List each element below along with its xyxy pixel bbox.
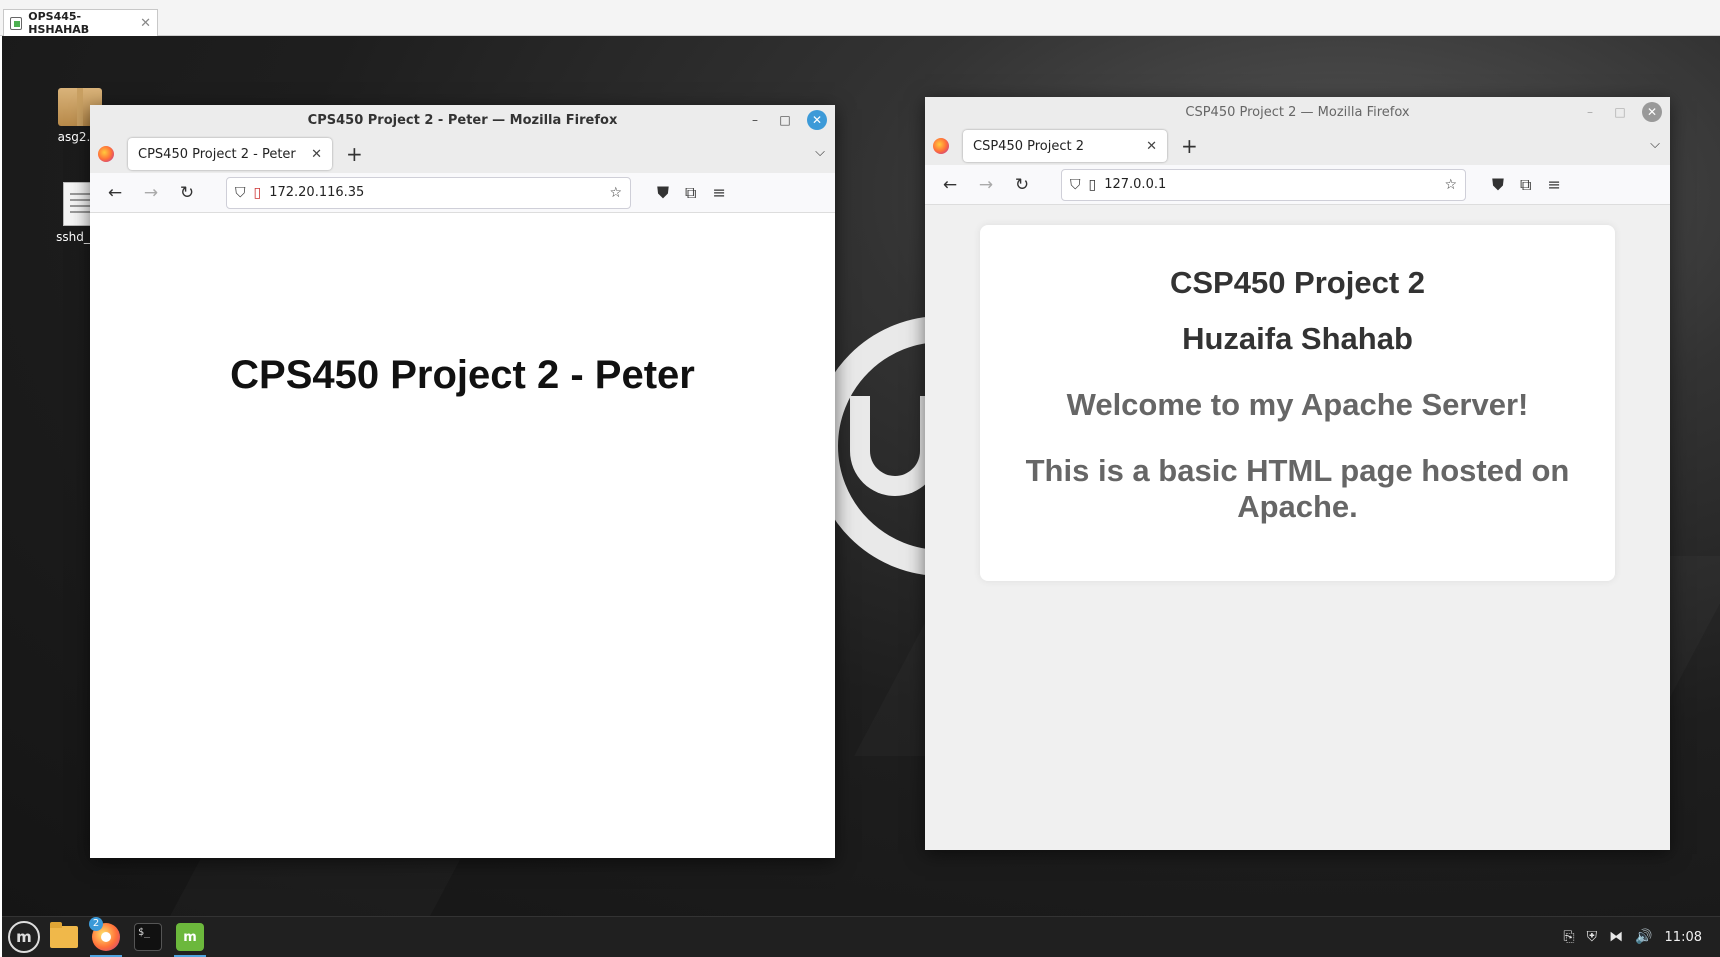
window-controls: – □ ✕ <box>747 110 827 130</box>
vm-tab-strip: OPS445-HSHAHAB ✕ <box>0 0 1720 36</box>
taskbar: m 2 $_ m ⎘ ⛨ ⧓ 🔊 11:08 <box>2 916 1720 957</box>
tracking-protection-icon[interactable]: ⛉ <box>235 185 246 201</box>
files-launcher[interactable] <box>46 919 82 955</box>
minimize-button[interactable]: – <box>747 112 763 128</box>
back-button[interactable]: ← <box>100 183 130 203</box>
url-text[interactable]: 127.0.0.1 <box>1104 177 1436 192</box>
firefox-icon <box>98 146 114 162</box>
minimize-button[interactable]: – <box>1582 104 1598 120</box>
app-menu-icon[interactable]: ≡ <box>1547 175 1560 195</box>
terminal-launcher[interactable]: $_ <box>130 919 166 955</box>
folder-icon <box>50 922 78 948</box>
url-text[interactable]: 172.20.116.35 <box>269 185 601 200</box>
close-icon[interactable]: ✕ <box>140 16 151 31</box>
vm-tab[interactable]: OPS445-HSHAHAB ✕ <box>3 9 158 36</box>
page-heading: CSP450 Project 2 <box>1169 265 1426 300</box>
tab-label: CPS450 Project 2 - Peter <box>138 146 296 162</box>
navigation-bar: ← → ↻ ⛉ ▯ 127.0.0.1 ☆ ⛊ ⧉ ≡ <box>925 165 1670 205</box>
toolbar-buttons: ⛊ ⧉ ≡ <box>1492 175 1561 195</box>
reload-button[interactable]: ↻ <box>1007 175 1037 195</box>
tab-bar: CPS450 Project 2 - Peter ✕ + ⌵ <box>90 135 835 173</box>
forward-button[interactable]: → <box>136 183 166 203</box>
app-menu-icon[interactable]: ≡ <box>712 183 725 203</box>
tab-label: CSP450 Project 2 <box>973 138 1084 154</box>
url-bar[interactable]: ⛉ ▯ 172.20.116.35 ☆ <box>226 176 631 209</box>
window-titlebar[interactable]: CSP450 Project 2 — Mozilla Firefox – □ ✕ <box>925 97 1670 127</box>
clipboard-icon[interactable]: ⎘ <box>1563 929 1574 945</box>
vm-icon <box>10 16 23 30</box>
pocket-icon[interactable]: ⛊ <box>657 183 669 203</box>
close-button[interactable]: ✕ <box>807 110 827 130</box>
network-icon[interactable]: ⧓ <box>1609 929 1623 945</box>
firefox-icon <box>933 138 949 154</box>
tab-close-icon[interactable]: ✕ <box>311 147 322 162</box>
mint-menu-icon[interactable]: m <box>8 921 40 953</box>
new-tab-button[interactable]: + <box>346 142 363 166</box>
window-title: CSP450 Project 2 — Mozilla Firefox <box>1185 104 1410 120</box>
volume-icon[interactable]: 🔊 <box>1635 929 1652 945</box>
bookmark-star-icon[interactable]: ☆ <box>1444 177 1457 193</box>
tab-close-icon[interactable]: ✕ <box>1146 139 1157 154</box>
window-count-badge: 2 <box>89 917 103 931</box>
pocket-icon[interactable]: ⛊ <box>1492 175 1504 195</box>
close-button[interactable]: ✕ <box>1642 102 1662 122</box>
window-titlebar[interactable]: CPS450 Project 2 - Peter — Mozilla Firef… <box>90 105 835 135</box>
list-all-tabs-button[interactable]: ⌵ <box>815 145 825 160</box>
navigation-bar: ← → ↻ ⛉ ▯ 172.20.116.35 ☆ ⛊ ⧉ ≡ <box>90 173 835 213</box>
back-button[interactable]: ← <box>935 175 965 195</box>
software-manager-icon: m <box>176 923 204 951</box>
page-content: CSP450 Project 2 Huzaifa Shahab Welcome … <box>925 205 1670 850</box>
browser-tab[interactable]: CPS450 Project 2 - Peter ✕ <box>128 138 332 170</box>
page-heading: CPS450 Project 2 - Peter <box>230 353 695 397</box>
body-text: This is a basic HTML page hosted on Apac… <box>1025 453 1570 524</box>
reload-button[interactable]: ↻ <box>172 183 202 203</box>
clock[interactable]: 11:08 <box>1665 930 1702 945</box>
list-all-tabs-button[interactable]: ⌵ <box>1650 137 1660 152</box>
firefox-launcher[interactable]: 2 <box>88 917 124 957</box>
welcome-text: Welcome to my Apache Server! <box>1066 387 1529 422</box>
shield-icon[interactable]: ⛨ <box>1587 929 1598 945</box>
insecure-connection-icon[interactable]: ▯ <box>254 185 262 201</box>
terminal-icon: $_ <box>134 923 162 951</box>
maximize-button[interactable]: □ <box>1612 104 1628 120</box>
page-content: CPS450 Project 2 - Peter <box>90 213 835 858</box>
firefox-window-right[interactable]: CSP450 Project 2 — Mozilla Firefox – □ ✕… <box>925 97 1670 850</box>
mintinstall-launcher[interactable]: m <box>172 919 208 957</box>
system-tray: ⎘ ⛨ ⧓ 🔊 11:08 <box>1563 929 1702 945</box>
forward-button[interactable]: → <box>971 175 1001 195</box>
page-info-icon[interactable]: ▯ <box>1089 177 1097 193</box>
browser-tab[interactable]: CSP450 Project 2 ✕ <box>963 130 1167 162</box>
author-name: Huzaifa Shahab <box>1182 321 1413 356</box>
extensions-icon[interactable]: ⧉ <box>685 183 696 203</box>
window-controls: – □ ✕ <box>1582 102 1662 122</box>
toolbar-buttons: ⛊ ⧉ ≡ <box>657 183 726 203</box>
bookmark-star-icon[interactable]: ☆ <box>609 185 622 201</box>
url-bar[interactable]: ⛉ ▯ 127.0.0.1 ☆ <box>1061 168 1466 201</box>
vm-tab-label: OPS445-HSHAHAB <box>28 10 90 36</box>
extensions-icon[interactable]: ⧉ <box>1520 175 1531 195</box>
window-title: CPS450 Project 2 - Peter — Mozilla Firef… <box>307 112 618 128</box>
tracking-protection-icon[interactable]: ⛉ <box>1070 177 1081 193</box>
new-tab-button[interactable]: + <box>1181 134 1198 158</box>
firefox-window-left[interactable]: CPS450 Project 2 - Peter — Mozilla Firef… <box>90 105 835 858</box>
tab-bar: CSP450 Project 2 ✕ + ⌵ <box>925 127 1670 165</box>
maximize-button[interactable]: □ <box>777 112 793 128</box>
content-card: CSP450 Project 2 Huzaifa Shahab Welcome … <box>980 225 1615 581</box>
